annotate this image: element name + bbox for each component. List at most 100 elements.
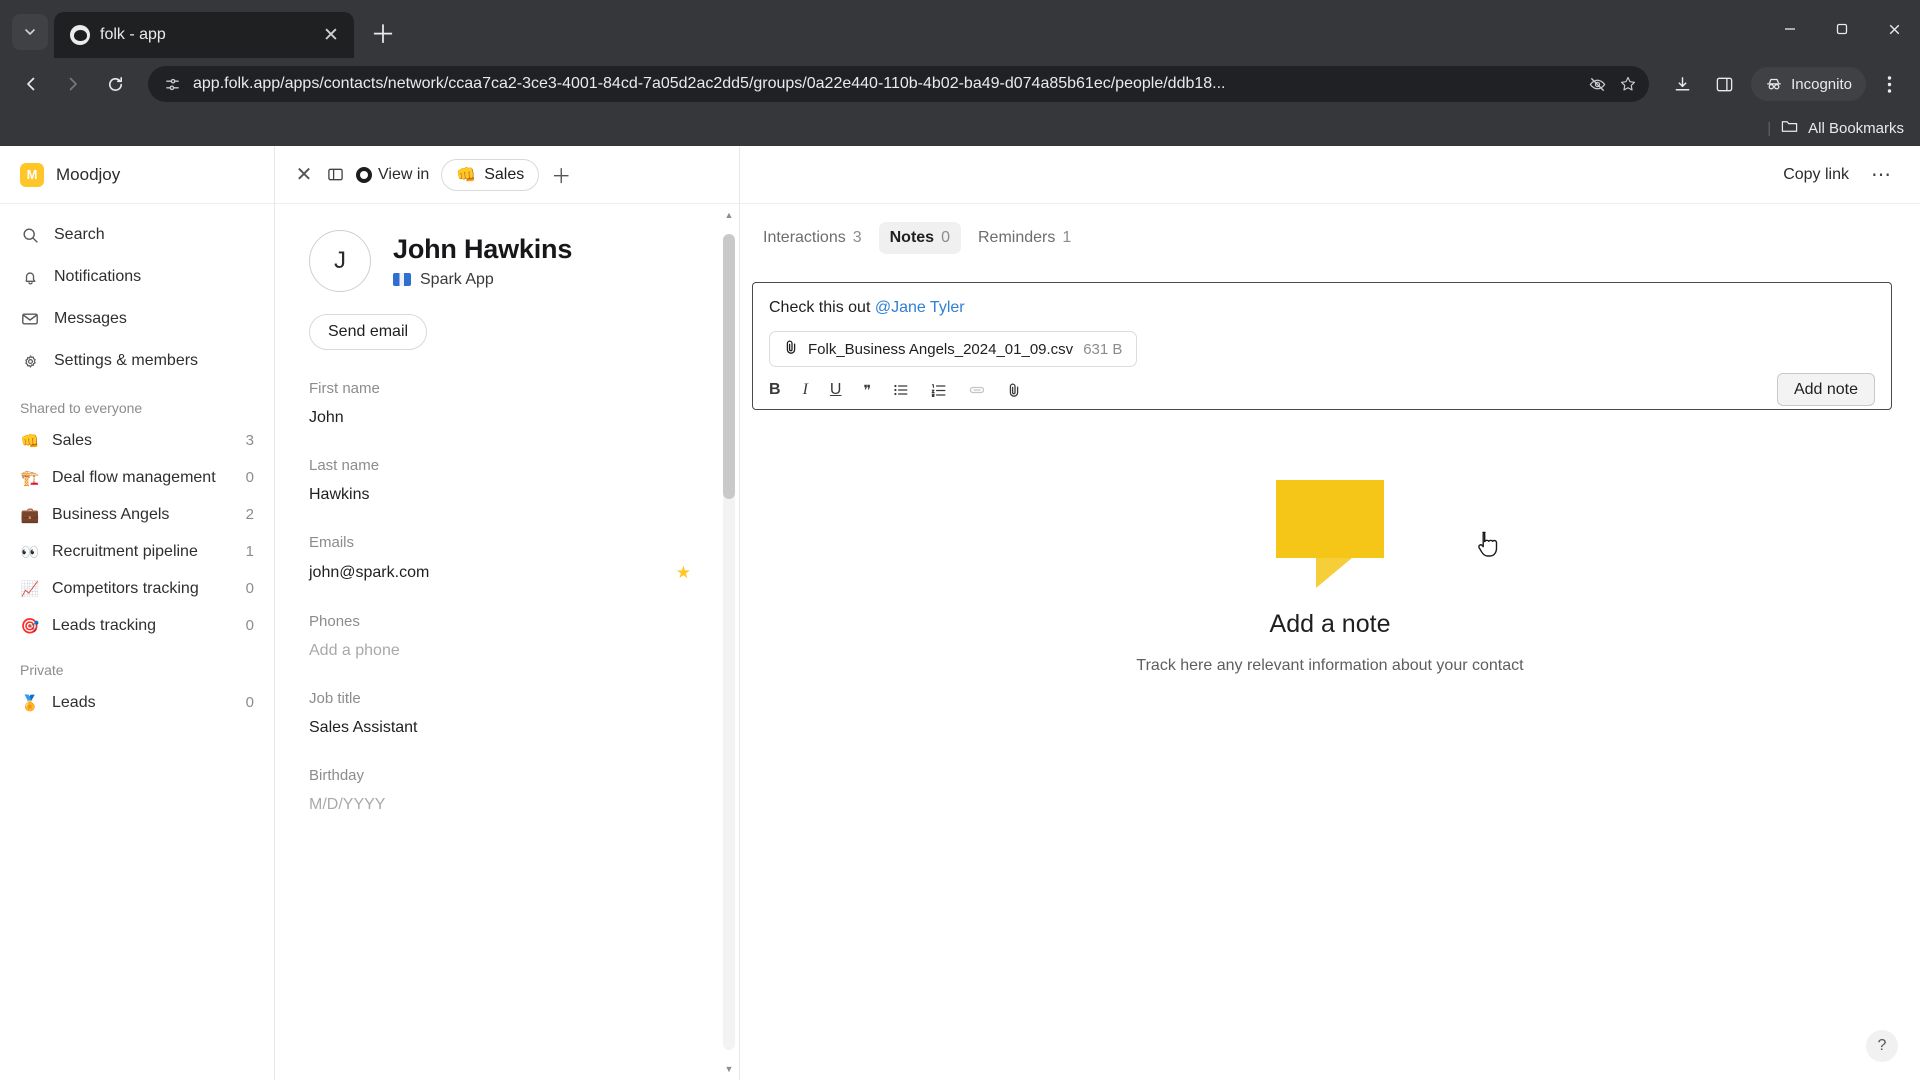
avatar: J [309, 230, 371, 292]
quote-icon[interactable]: ❞ [863, 382, 871, 399]
note-text[interactable]: Check this out @Jane Tyler [769, 299, 1875, 317]
group-count: 0 [245, 694, 254, 711]
help-button[interactable]: ? [1866, 1030, 1898, 1062]
close-icon[interactable]: ✕ [293, 162, 315, 187]
copy-link-button[interactable]: Copy link [1783, 166, 1849, 184]
reload-icon[interactable] [96, 65, 134, 103]
tab-notes[interactable]: Notes 0 [878, 222, 961, 254]
company-name: Spark App [420, 270, 494, 288]
sidebar-group-deal-flow-management[interactable]: 🏗️ Deal flow management 0 [0, 459, 274, 496]
field-birthday: Birthday M/D/YYYY [309, 767, 739, 814]
tab-reminders[interactable]: Reminders 1 [967, 222, 1082, 254]
group-label: Competitors tracking [52, 579, 199, 597]
numbered-list-icon[interactable] [931, 382, 947, 398]
address-bar[interactable]: app.folk.app/apps/contacts/network/ccaa7… [148, 66, 1650, 102]
group-label: Leads tracking [52, 616, 157, 634]
primary-email-star-icon[interactable]: ★ [676, 563, 691, 583]
notes-empty-state: Add a note Track here any relevant infor… [740, 480, 1920, 675]
kebab-menu-icon[interactable] [1870, 65, 1908, 103]
sidebar-item-messages[interactable]: Messages [0, 298, 274, 340]
scrollbar-track[interactable] [723, 234, 735, 1050]
attachment-chip[interactable]: Folk_Business Angels_2024_01_09.csv 631 … [769, 331, 1138, 367]
scroll-down-icon[interactable]: ▼ [725, 1064, 734, 1074]
contact-company[interactable]: Spark App [393, 271, 572, 289]
add-to-group-button[interactable]: ＋ [551, 160, 571, 189]
activity-pane: Copy link ⋯ Interactions 3 Notes 0 Remin… [740, 146, 1920, 1080]
sidebar-group-business-angels[interactable]: 💼 Business Angels 2 [0, 496, 274, 533]
group-emoji-icon: 🏅 [20, 694, 40, 712]
field-job-title: Job title Sales Assistant [309, 690, 739, 737]
group-label: Sales [52, 431, 93, 449]
send-email-button[interactable]: Send email [309, 314, 428, 350]
all-bookmarks-label[interactable]: All Bookmarks [1808, 120, 1904, 137]
tab-title: folk - app [100, 26, 166, 43]
field-value[interactable]: Hawkins [309, 486, 739, 504]
mention-chip[interactable]: @Jane Tyler [875, 299, 965, 316]
field-label: Phones [309, 613, 360, 630]
field-label: Last name [309, 457, 380, 474]
browser-tab[interactable]: folk - app ✕ [54, 12, 354, 58]
field-value[interactable]: M/D/YYYY [309, 796, 739, 814]
field-label: Birthday [309, 767, 365, 784]
back-arrow-icon[interactable] [12, 65, 50, 103]
underline-icon[interactable]: U [830, 381, 842, 399]
sidebar-group-sales[interactable]: 👊 Sales 3 [0, 422, 274, 459]
field-first-name: First name John [309, 380, 739, 427]
group-chip-sales[interactable]: 👊 Sales [441, 158, 540, 191]
close-icon[interactable]: ✕ [318, 22, 344, 48]
contact-name: John Hawkins [393, 233, 573, 264]
sidebar-item-notifications[interactable]: Notifications [0, 256, 274, 298]
tab-count: 1 [1062, 229, 1072, 246]
view-in-control[interactable]: View in [356, 166, 429, 184]
star-icon[interactable] [1619, 75, 1637, 93]
attachment-filename: Folk_Business Angels_2024_01_09.csv [808, 340, 1074, 358]
minimize-icon[interactable] [1764, 0, 1816, 58]
field-value[interactable]: Sales Assistant [309, 719, 739, 737]
page-info-icon[interactable] [164, 76, 181, 93]
workspace-switcher[interactable]: M Moodjoy [0, 146, 274, 204]
field-last-name: Last name Hawkins [309, 457, 739, 504]
new-tab-button[interactable]: ＋ [366, 16, 400, 50]
bullet-list-icon[interactable] [893, 382, 909, 398]
sidebar-group-recruitment-pipeline[interactable]: 👀 Recruitment pipeline 1 [0, 533, 274, 570]
field-value[interactable]: john@spark.com [309, 564, 429, 582]
sidebar-item-search[interactable]: Search [0, 214, 274, 256]
sidebar-item-settings-members[interactable]: Settings & members [0, 340, 274, 382]
italic-icon[interactable]: I [803, 381, 808, 399]
group-emoji-icon: 👀 [20, 543, 40, 561]
sidebar: M Moodjoy Search Notifications Messages … [0, 146, 275, 1080]
split-panel-icon[interactable] [327, 166, 344, 183]
incognito-indicator[interactable]: Incognito [1751, 67, 1866, 101]
window-close-icon[interactable] [1868, 0, 1920, 58]
ellipsis-icon[interactable]: ⋯ [1871, 162, 1892, 187]
tab-interactions[interactable]: Interactions 3 [752, 222, 873, 254]
group-emoji-icon: 👊 [456, 166, 477, 184]
field-value[interactable]: Add a phone [309, 642, 739, 660]
window-controls [1764, 0, 1920, 58]
maximize-icon[interactable] [1816, 0, 1868, 58]
side-panel-icon[interactable] [1705, 65, 1743, 103]
add-note-button[interactable]: Add note [1776, 373, 1875, 406]
sidebar-group-competitors-tracking[interactable]: 📈 Competitors tracking 0 [0, 570, 274, 607]
bold-icon[interactable]: B [769, 381, 781, 399]
scroll-up-icon[interactable]: ▲ [725, 210, 734, 220]
sidebar-item-label: Notifications [54, 268, 142, 285]
attachment-icon[interactable] [1007, 382, 1021, 398]
field-value[interactable]: John [309, 409, 739, 427]
contact-scrollbar[interactable]: ▲ ▼ [723, 210, 735, 1074]
group-label: Business Angels [52, 505, 170, 523]
note-composer[interactable]: Check this out @Jane Tyler Folk_Business… [752, 282, 1892, 410]
speech-bubble-illustration [1276, 480, 1384, 588]
sidebar-group-leads-tracking[interactable]: 🎯 Leads tracking 0 [0, 607, 274, 644]
field-emails: Emails john@spark.com ★ [309, 534, 739, 583]
sidebar-group-leads[interactable]: 🏅 Leads 0 [0, 684, 274, 721]
composer-toolbar: B I U ❞ Add note [769, 373, 1875, 406]
folder-icon [1781, 119, 1798, 138]
scrollbar-thumb[interactable] [723, 234, 735, 499]
download-icon[interactable] [1663, 65, 1701, 103]
link-icon [969, 382, 985, 398]
eye-off-icon[interactable] [1588, 75, 1607, 94]
tab-search-icon[interactable] [12, 14, 48, 50]
contact-pane: ✕ View in 👊 Sales ＋ J John Hawkins Spark… [275, 146, 740, 1080]
bookmarks-divider: | [1767, 119, 1772, 137]
